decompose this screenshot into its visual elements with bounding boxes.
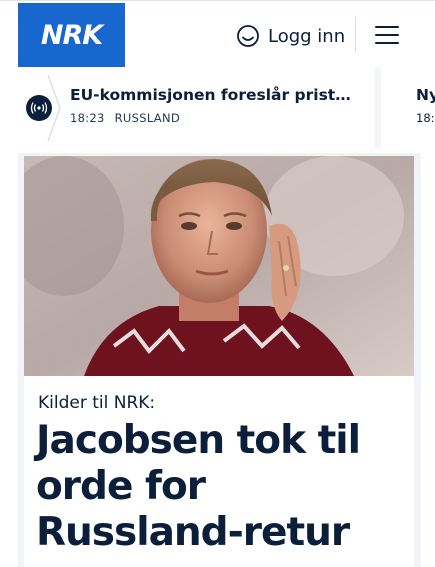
hamburger-icon-line bbox=[375, 42, 399, 44]
article-card[interactable]: Kilder til NRK: Jacobsen tok til orde fo… bbox=[18, 153, 421, 567]
news-ticker: EU-kommisjonen foreslår prist… 18:23 RUS… bbox=[18, 67, 435, 149]
user-smile-icon bbox=[237, 25, 259, 47]
login-label: Logg inn bbox=[268, 25, 346, 47]
hamburger-icon bbox=[375, 26, 399, 28]
ticker-item[interactable]: EU-kommisjonen foreslår prist… 18:23 RUS… bbox=[18, 67, 375, 149]
top-bar: NRK Logg inn bbox=[0, 0, 435, 68]
nrk-logo[interactable]: NRK bbox=[18, 3, 125, 67]
ticker-category: RUSSLAND bbox=[114, 111, 181, 125]
athlete-photo bbox=[24, 156, 414, 376]
article-image[interactable] bbox=[24, 156, 414, 376]
login-button[interactable]: Logg inn bbox=[236, 19, 345, 53]
ticker-time: 18:23 bbox=[70, 111, 105, 125]
menu-button[interactable] bbox=[373, 21, 401, 49]
logo-text: NRK bbox=[40, 19, 103, 51]
ticker-title: Ny bbox=[416, 86, 435, 104]
article-headline[interactable]: Jacobsen tok til orde for Russland-retur bbox=[36, 418, 406, 556]
ticker-title: EU-kommisjonen foreslår prist… bbox=[70, 86, 351, 104]
ticker-meta: 18:23 RUSSLAND bbox=[70, 111, 180, 125]
ticker-item[interactable]: Ny 18:2 bbox=[381, 67, 435, 149]
article-card-inner[interactable]: Kilder til NRK: Jacobsen tok til orde fo… bbox=[24, 156, 414, 567]
article-kicker: Kilder til NRK: bbox=[38, 393, 156, 413]
header-divider bbox=[355, 17, 356, 53]
ticker-time: 18:2 bbox=[416, 111, 435, 125]
ticker-separator-icon bbox=[47, 75, 61, 141]
hamburger-icon-line bbox=[375, 34, 399, 36]
